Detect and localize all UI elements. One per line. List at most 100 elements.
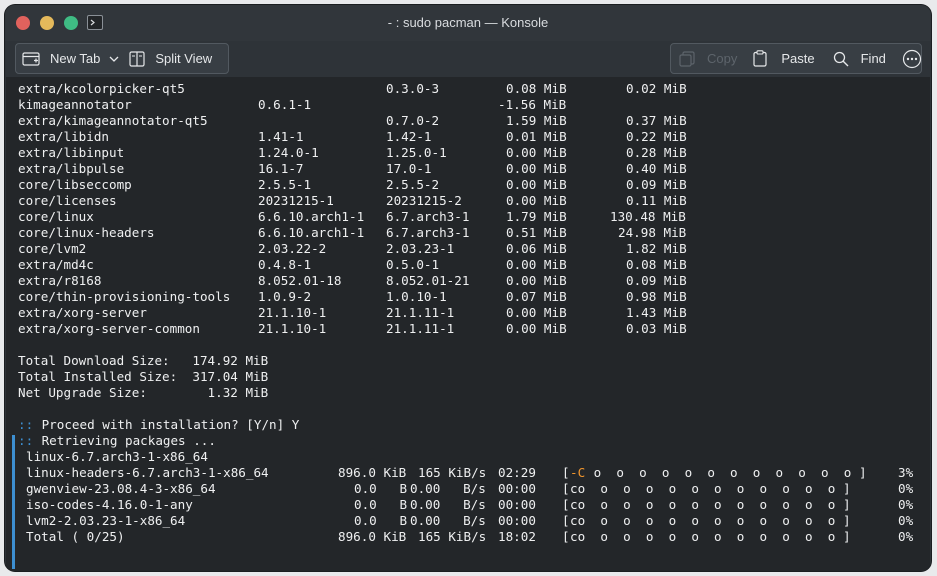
package-old-version: 21.1.10-1 <box>258 321 327 336</box>
package-name: kimageannotator <box>18 97 132 112</box>
more-options-icon <box>902 49 922 69</box>
package-name: extra/kimageannotator-qt5 <box>18 113 208 128</box>
package-net-change: 0.00 MiB <box>506 257 567 272</box>
retrieving-marker: :: <box>18 433 34 448</box>
download-rate: 165 KiB/s <box>418 465 487 480</box>
progress-bar-track: co o o o o o o o o o o o ] <box>570 481 851 496</box>
package-net-change: 0.07 MiB <box>506 289 567 304</box>
split-view-icon <box>129 50 145 67</box>
download-rate: 0.00 B/s <box>410 513 486 528</box>
download-rate: 165 KiB/s <box>418 529 487 544</box>
retrieving-text: Retrieving packages ... <box>34 433 216 448</box>
package-old-version: 1.24.0-1 <box>258 145 319 160</box>
package-old-version: 21.1.10-1 <box>258 305 327 320</box>
download-percent: 3% <box>898 465 914 480</box>
download-eta: 18:02 <box>498 529 536 544</box>
package-net-change: 0.51 MiB <box>506 225 567 240</box>
progress-bar-open: [ <box>562 481 570 496</box>
konsole-window: - : sudo pacman — Konsole New Tab Split … <box>5 5 931 571</box>
package-old-version: 6.6.10.arch1-1 <box>258 225 365 240</box>
paste-button[interactable]: Paste <box>753 44 815 73</box>
title-bar[interactable]: - : sudo pacman — Konsole <box>5 5 931 41</box>
package-new-version: 21.1.11-1 <box>386 305 455 320</box>
download-percent: 0% <box>898 513 914 528</box>
package-new-version: 1.25.0-1 <box>386 145 447 160</box>
package-download-size: 0.03 MiB <box>626 321 687 336</box>
window-title: - : sudo pacman — Konsole <box>387 15 549 30</box>
package-new-version: 0.7.0-2 <box>386 113 440 128</box>
package-new-version: 17.0-1 <box>386 161 432 176</box>
package-download-size: 130.48 MiB <box>610 209 686 224</box>
terminal-view[interactable]: extra/kcolorpicker-qt5 0.3.0-3 0.08 MiB 0.0… <box>6 77 930 571</box>
package-name: extra/kcolorpicker-qt5 <box>18 81 185 96</box>
package-new-version: 1.0.10-1 <box>386 289 447 304</box>
package-old-version: 1.0.9-2 <box>258 289 312 304</box>
split-view-button[interactable]: Split View <box>129 44 212 73</box>
copy-button[interactable]: Copy <box>671 44 737 73</box>
progress-bar-track: co o o o o o o o o o o o ] <box>570 513 851 528</box>
package-download-size: 0.40 MiB <box>626 161 687 176</box>
package-net-change: 0.08 MiB <box>506 81 567 96</box>
download-percent: 0% <box>898 481 914 496</box>
size-summary-text: Net Upgrade Size: 1.32 MiB <box>18 385 269 400</box>
package-old-version: 2.03.22-2 <box>258 241 327 256</box>
package-name: core/licenses <box>18 193 117 208</box>
find-button[interactable]: Find <box>833 44 886 73</box>
package-new-version: 2.5.5-2 <box>386 177 440 192</box>
package-net-change: 0.00 MiB <box>506 193 567 208</box>
new-tab-button[interactable]: New Tab <box>16 44 100 73</box>
download-eta: 00:00 <box>498 481 536 496</box>
paste-label: Paste <box>781 51 815 66</box>
prompt-text: Proceed with installation? [Y/n] Y <box>34 417 300 432</box>
download-size: 896.0 KiB <box>338 529 407 544</box>
download-name: gwenview-23.08.4-3-x86_64 <box>26 481 216 496</box>
package-net-change: 0.00 MiB <box>506 321 567 336</box>
package-name: extra/xorg-server-common <box>18 321 200 336</box>
package-name: core/thin-provisioning-tools <box>18 289 231 304</box>
package-net-change: 0.00 MiB <box>506 273 567 288</box>
package-download-size: 1.82 MiB <box>626 241 687 256</box>
package-new-version: 0.5.0-1 <box>386 257 440 272</box>
package-net-change: 0.00 MiB <box>506 177 567 192</box>
tab-controls: New Tab Split View <box>15 43 229 74</box>
new-tab-dropdown-button[interactable] <box>109 44 119 73</box>
new-tab-label: New Tab <box>50 51 101 66</box>
package-new-version: 1.42-1 <box>386 129 432 144</box>
download-size: 0.0 B <box>354 513 408 528</box>
package-new-version: 6.7.arch3-1 <box>386 225 470 240</box>
chevron-down-icon <box>109 55 119 63</box>
more-options-button[interactable] <box>902 44 922 73</box>
package-old-version: 20231215-1 <box>258 193 334 208</box>
package-download-size: 0.02 MiB <box>626 81 687 96</box>
split-view-label: Split View <box>155 51 213 66</box>
package-name: extra/libpulse <box>18 161 125 176</box>
package-download-size: 0.37 MiB <box>626 113 687 128</box>
download-percent: 0% <box>898 529 914 544</box>
progress-bar-head: -C <box>570 465 586 480</box>
size-summary-text: Total Installed Size: 317.04 MiB <box>18 369 269 384</box>
package-name: core/linux-headers <box>18 225 155 240</box>
package-name: extra/libidn <box>18 129 109 144</box>
package-old-version: 8.052.01-18 <box>258 273 342 288</box>
copy-icon <box>679 50 695 67</box>
package-name: extra/xorg-server <box>18 305 147 320</box>
progress-bar-track: co o o o o o o o o o o o ] <box>570 529 851 544</box>
package-net-change: 0.00 MiB <box>506 145 567 160</box>
package-net-change: 1.79 MiB <box>506 209 567 224</box>
new-tab-icon <box>22 51 40 66</box>
progress-bar-track: o o o o o o o o o o o o ] <box>586 465 867 480</box>
package-net-change: -1.56 MiB <box>498 97 567 112</box>
progress-bar-open: [ <box>562 465 570 480</box>
package-net-change: 0.06 MiB <box>506 241 567 256</box>
package-download-size: 0.08 MiB <box>626 257 687 272</box>
package-new-version: 6.7.arch3-1 <box>386 209 470 224</box>
download-percent: 0% <box>898 497 914 512</box>
package-old-version: 0.6.1-1 <box>258 97 312 112</box>
package-net-change: 0.01 MiB <box>506 129 567 144</box>
package-net-change: 0.00 MiB <box>506 161 567 176</box>
package-old-version: 0.4.8-1 <box>258 257 312 272</box>
package-name: core/libseccomp <box>18 177 132 192</box>
download-eta: 00:00 <box>498 513 536 528</box>
copy-label: Copy <box>707 51 738 66</box>
progress-bar-open: [ <box>562 513 570 528</box>
